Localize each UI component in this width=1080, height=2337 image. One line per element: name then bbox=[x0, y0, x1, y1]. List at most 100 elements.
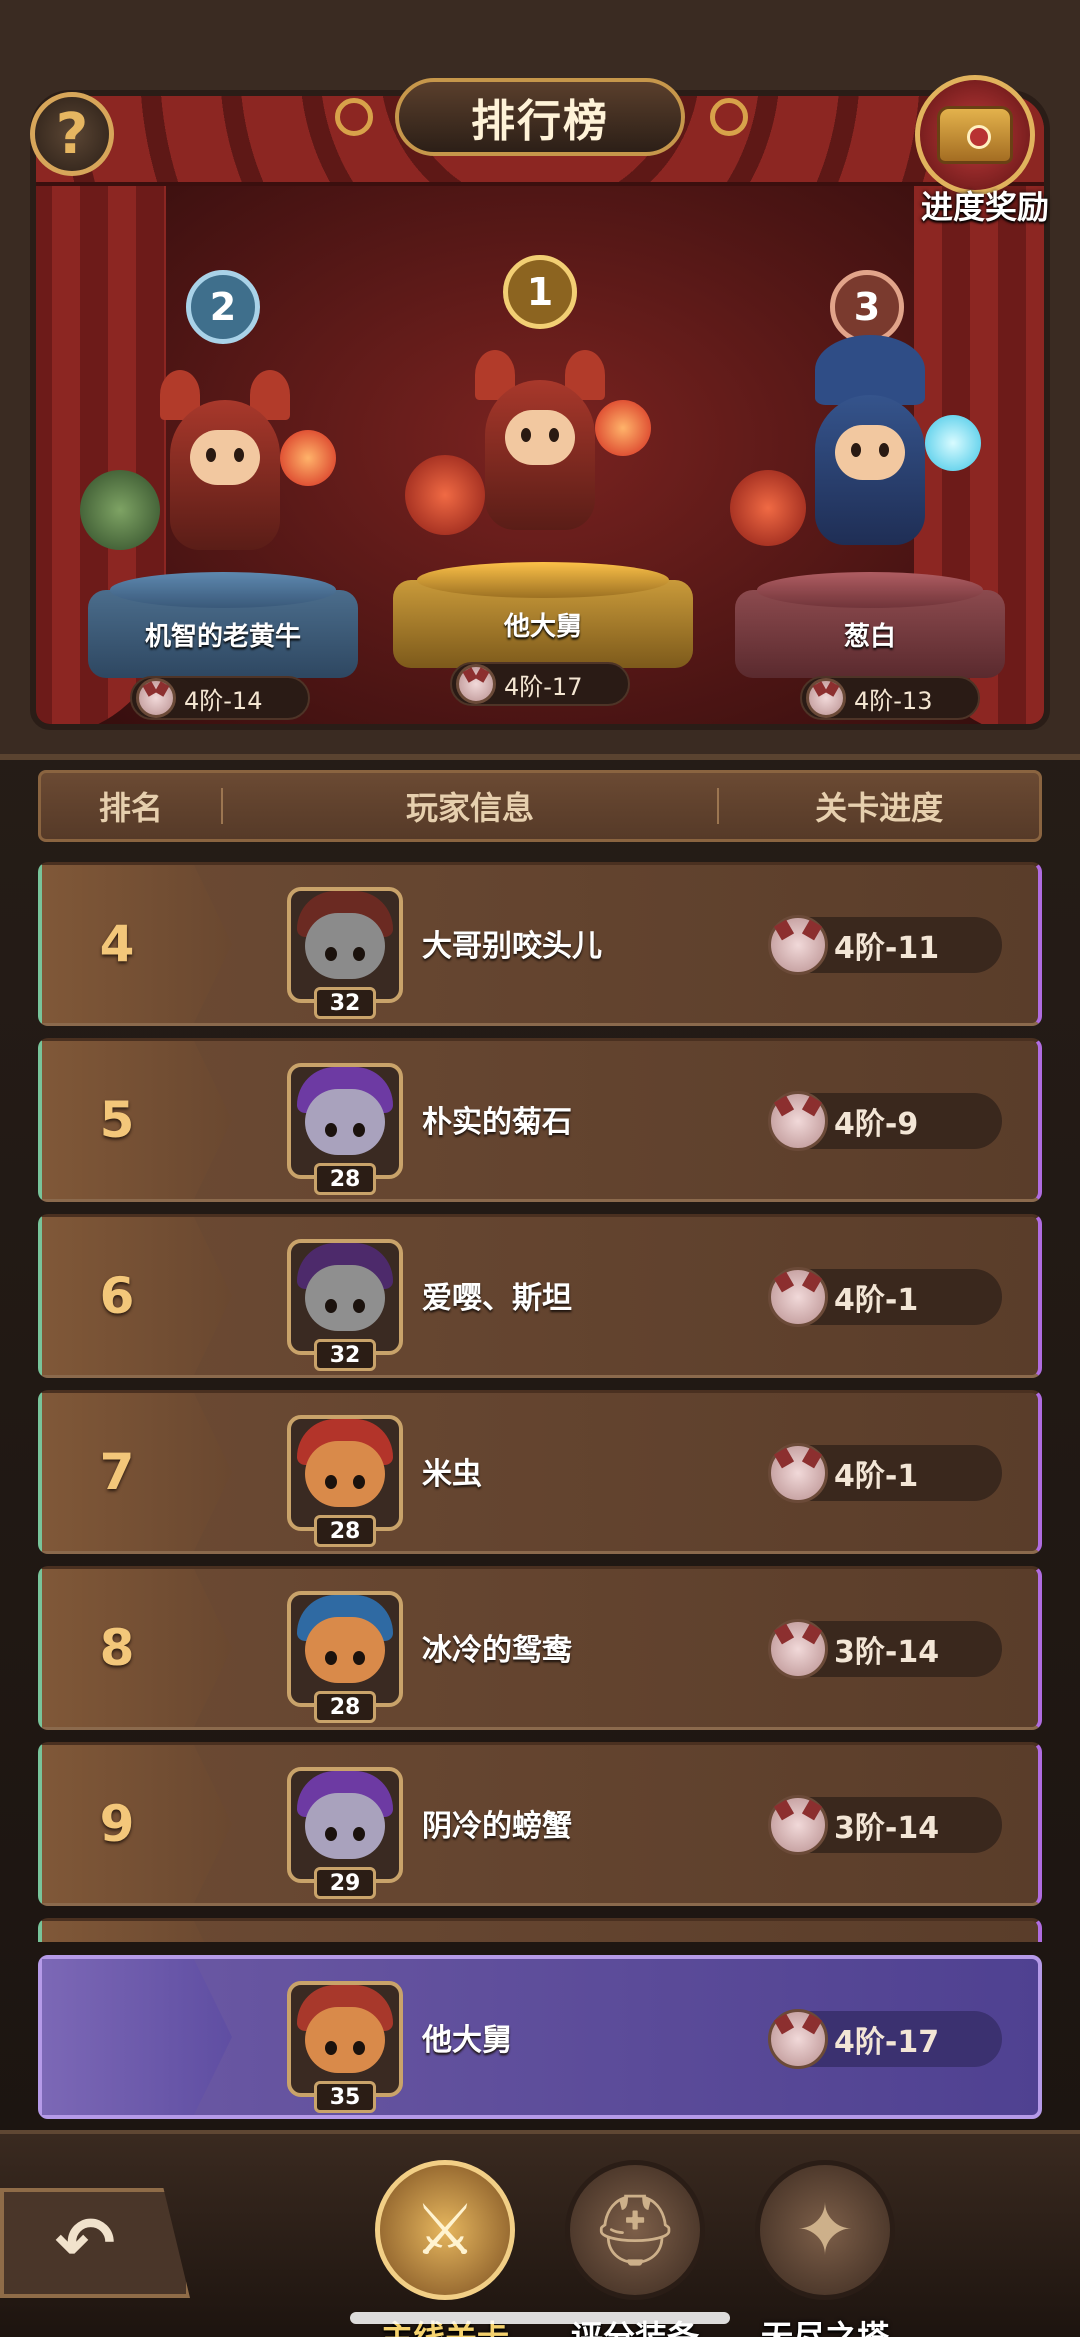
rank-number: 6 bbox=[99, 1267, 135, 1325]
table-row[interactable]: 4 32 大哥别咬头儿 4阶-11 bbox=[38, 862, 1042, 1026]
help-button[interactable]: ? bbox=[30, 92, 114, 176]
podium-name-plate: 葱白 bbox=[735, 590, 1005, 678]
podium-name-plate: 机智的老黄牛 bbox=[88, 590, 358, 678]
table-row[interactable]: 8 28 冰冷的鸳鸯 3阶-14 bbox=[38, 1566, 1042, 1730]
table-row[interactable]: 6 32 爱嘤、斯坦 4阶-1 bbox=[38, 1214, 1042, 1378]
star-emblem-icon: ✦ bbox=[755, 2160, 895, 2300]
stage-progress-badge: 3阶-14 bbox=[768, 1619, 1002, 1679]
home-indicator[interactable] bbox=[350, 2312, 730, 2324]
stage-progress-badge: 4阶-17 bbox=[450, 662, 630, 706]
player-name: 大哥别咬头儿 bbox=[422, 929, 602, 964]
rank-column-header: 排名 bbox=[98, 789, 163, 827]
podium-name-plate: 他大舅 bbox=[393, 580, 693, 668]
demon-cat-icon bbox=[768, 1619, 828, 1679]
player-name: 爱嘤、斯坦 bbox=[422, 1281, 572, 1316]
helmet-icon: ⛑ bbox=[565, 2160, 705, 2300]
table-row[interactable]: 7 28 米虫 4阶-1 bbox=[38, 1390, 1042, 1554]
stage-progress-badge: 4阶-9 bbox=[768, 1091, 1002, 1151]
level-badge: 29 bbox=[314, 1867, 376, 1899]
tab-gear-rating[interactable]: ⛑ 评分装备 bbox=[555, 2160, 715, 2337]
table-header: 排名 玩家信息 关卡进度 bbox=[38, 770, 1042, 842]
hero-figure bbox=[130, 360, 336, 560]
progress-text: 4阶-17 bbox=[834, 2025, 940, 2060]
progress-text: 3阶-14 bbox=[834, 1635, 940, 1670]
avatar[interactable] bbox=[287, 887, 403, 1003]
pet-creature bbox=[730, 470, 806, 546]
stage-progress-badge: 4阶-14 bbox=[130, 676, 310, 720]
rank-number: 4 bbox=[99, 915, 135, 973]
tab-label: 无尽之塔 bbox=[760, 2318, 889, 2337]
progress-reward-label: 进度奖励 bbox=[920, 188, 1049, 226]
player-name: 朴实的菊石 bbox=[422, 1105, 572, 1140]
avatar[interactable] bbox=[287, 1591, 403, 1707]
progress-text: 4阶-9 bbox=[834, 1107, 919, 1142]
player-name: 他大舅 bbox=[422, 2023, 512, 2058]
treasure-chest-icon bbox=[915, 75, 1035, 195]
demon-cat-icon bbox=[768, 1443, 828, 1503]
level-badge: 35 bbox=[314, 2081, 376, 2113]
podium-player-name: 他大舅 bbox=[503, 611, 582, 642]
demon-cat-icon bbox=[456, 664, 496, 704]
ornament-swirl-icon bbox=[335, 98, 373, 136]
level-badge: 28 bbox=[314, 1163, 376, 1195]
stage-progress-badge: 4阶-17 bbox=[768, 2009, 1002, 2069]
progress-text: 3阶-14 bbox=[834, 1811, 940, 1846]
title-plate: 排行榜 bbox=[395, 78, 685, 156]
avatar[interactable] bbox=[287, 1767, 403, 1883]
tab-main-stages[interactable]: ⚔ 主线关卡 bbox=[365, 2160, 525, 2337]
back-button[interactable]: ↶ bbox=[0, 2188, 190, 2298]
progress-text: 4阶-11 bbox=[834, 931, 940, 966]
pet-creature bbox=[405, 455, 485, 535]
rank-number: 9 bbox=[99, 1795, 135, 1853]
stage-progress-badge: 4阶-1 bbox=[768, 1443, 1002, 1503]
podium-progress-text: 4阶-17 bbox=[504, 672, 583, 701]
stage-progress-badge: 4阶-13 bbox=[800, 676, 980, 720]
player-name: 米虫 bbox=[422, 1457, 482, 1492]
rank-3-medal-icon: 3 bbox=[830, 270, 904, 344]
leaderboard-screen: ? 排行榜 进度奖励 2 机智的老黄牛 4阶-14 1 他大舅 4阶-17 3 … bbox=[0, 0, 1080, 2337]
demon-cat-icon bbox=[768, 1795, 828, 1855]
table-row[interactable]: 9 29 阴冷的螃蟹 3阶-14 bbox=[38, 1742, 1042, 1906]
table-row-partial[interactable] bbox=[38, 1918, 1042, 1942]
progress-reward-button[interactable]: 进度奖励 bbox=[900, 70, 1070, 230]
demon-cat-icon bbox=[136, 678, 176, 718]
podium-player-name: 机智的老黄牛 bbox=[144, 621, 301, 652]
player-column-header: 玩家信息 bbox=[406, 789, 535, 827]
rank-number: 5 bbox=[99, 1091, 135, 1149]
tab-endless-tower[interactable]: ✦ 无尽之塔 bbox=[745, 2160, 905, 2337]
player-name: 阴冷的螃蟹 bbox=[422, 1809, 572, 1844]
level-badge: 32 bbox=[314, 1339, 376, 1371]
avatar[interactable] bbox=[287, 1981, 403, 2097]
player-name: 冰冷的鸳鸯 bbox=[422, 1633, 572, 1668]
ornament-swirl-icon bbox=[710, 98, 748, 136]
rank-1-medal-icon: 1 bbox=[503, 255, 577, 329]
page-title: 排行榜 bbox=[471, 96, 609, 147]
rank-number: 8 bbox=[99, 1619, 135, 1677]
ranking-list[interactable]: 4 32 大哥别咬头儿 4阶-11 5 28 朴实的菊石 4阶-9 6 32 爱… bbox=[38, 862, 1042, 1942]
stage-progress-badge: 3阶-14 bbox=[768, 1795, 1002, 1855]
level-badge: 28 bbox=[314, 1515, 376, 1547]
rank-2-medal-icon: 2 bbox=[186, 270, 260, 344]
stage-progress-badge: 4阶-11 bbox=[768, 915, 1002, 975]
stage-progress-badge: 4阶-1 bbox=[768, 1267, 1002, 1327]
level-badge: 32 bbox=[314, 987, 376, 1019]
progress-text: 4阶-1 bbox=[834, 1459, 919, 1494]
podium-progress-text: 4阶-13 bbox=[854, 686, 933, 715]
demon-cat-icon bbox=[768, 1267, 828, 1327]
table-row[interactable]: 5 28 朴实的菊石 4阶-9 bbox=[38, 1038, 1042, 1202]
crossed-swords-icon: ⚔ bbox=[375, 2160, 515, 2300]
demon-cat-icon bbox=[806, 678, 846, 718]
demon-cat-icon bbox=[768, 915, 828, 975]
avatar[interactable] bbox=[287, 1239, 403, 1355]
rank-number: 7 bbox=[99, 1443, 135, 1501]
my-rank-row[interactable]: 1 35 他大舅 4阶-17 bbox=[38, 1955, 1042, 2119]
level-badge: 28 bbox=[314, 1691, 376, 1723]
back-arrow-icon: ↶ bbox=[54, 2201, 116, 2285]
pet-creature bbox=[80, 470, 160, 550]
podium-progress-text: 4阶-14 bbox=[184, 686, 263, 715]
podium-player-name: 葱白 bbox=[843, 621, 896, 652]
question-mark-icon: ? bbox=[55, 101, 89, 167]
avatar[interactable] bbox=[287, 1063, 403, 1179]
avatar[interactable] bbox=[287, 1415, 403, 1531]
demon-cat-icon bbox=[768, 2009, 828, 2069]
